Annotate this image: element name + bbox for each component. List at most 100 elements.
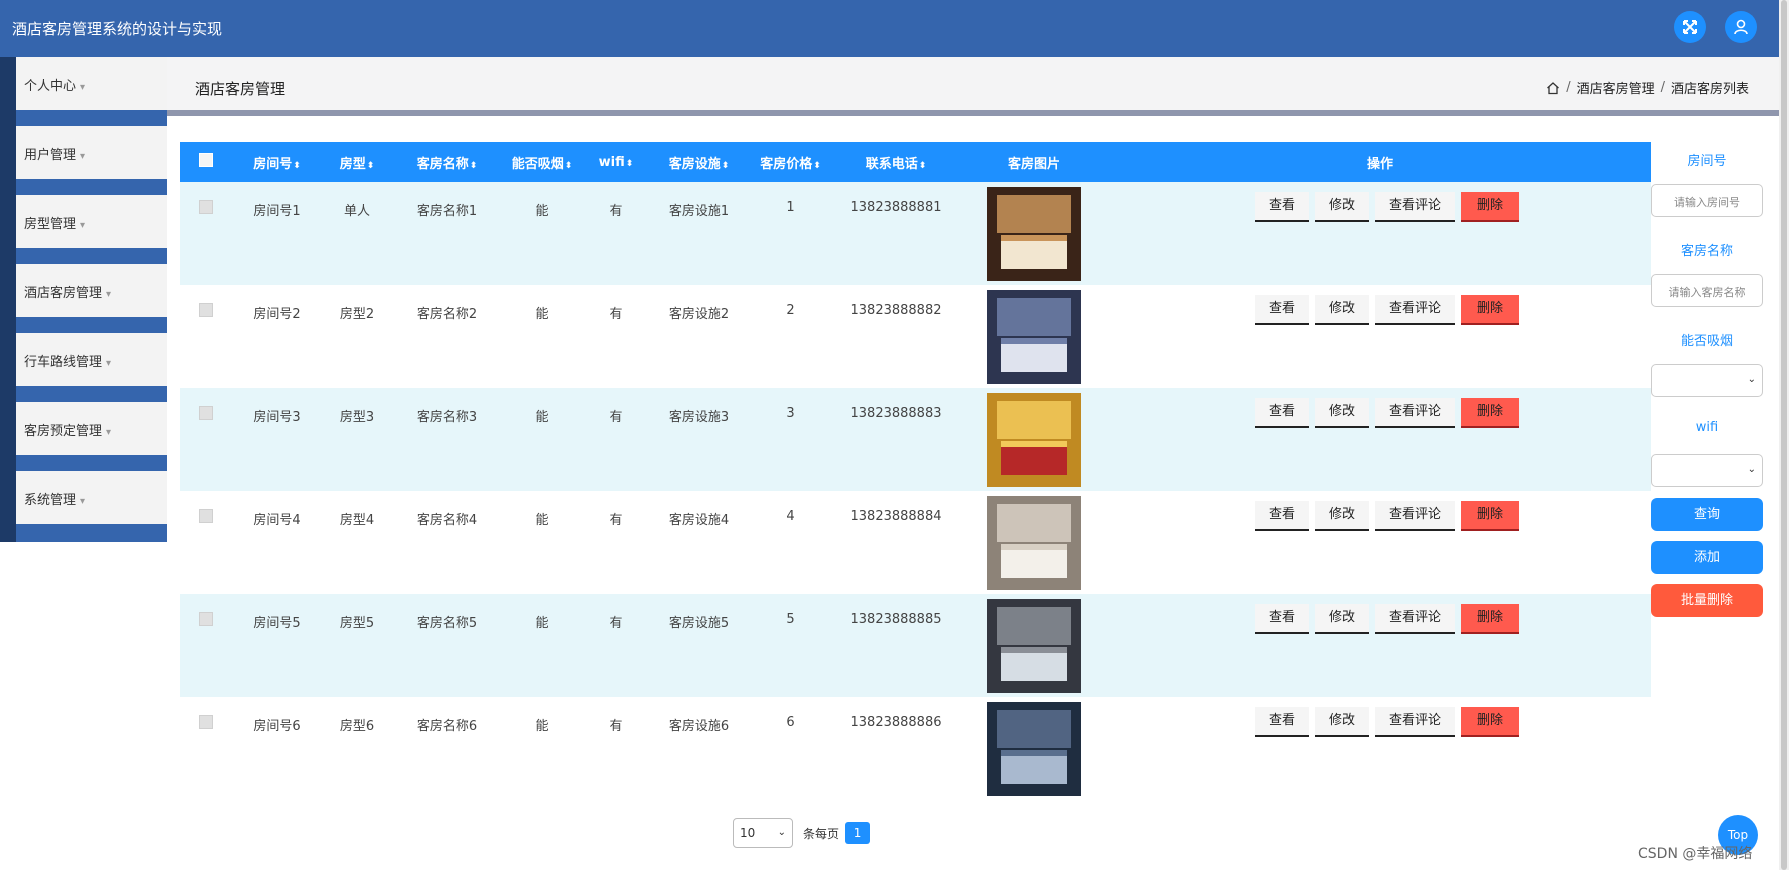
sidebar-item-hotel-rooms[interactable]: 酒店客房管理 ▾: [16, 264, 167, 317]
edit-button[interactable]: 修改: [1314, 604, 1369, 634]
batch-delete-button[interactable]: 批量删除: [1651, 584, 1763, 617]
sidebar-item-users[interactable]: 用户管理 ▾: [16, 126, 167, 179]
room-thumbnail[interactable]: [987, 702, 1081, 796]
row-checkbox-cell[interactable]: [180, 697, 232, 800]
delete-button[interactable]: 删除: [1461, 295, 1520, 325]
column-header-room-no[interactable]: 房间号⬍: [232, 142, 322, 182]
room-thumbnail[interactable]: [987, 393, 1081, 487]
row-checkbox[interactable]: [199, 406, 213, 420]
fullscreen-button[interactable]: [1674, 11, 1706, 43]
home-icon[interactable]: [1546, 81, 1560, 95]
sidebar-item-bookings[interactable]: 客房预定管理 ▾: [16, 402, 167, 455]
cell-price: 2: [786, 303, 795, 318]
column-header-phone[interactable]: 联系电话⬍: [833, 142, 959, 182]
scrollbar[interactable]: [1779, 0, 1789, 870]
view-comments-button[interactable]: 查看评论: [1375, 398, 1456, 428]
query-button[interactable]: 查询: [1651, 498, 1763, 531]
caret-down-icon: ▾: [80, 82, 86, 93]
room-thumbnail[interactable]: [987, 496, 1081, 590]
page-size-select[interactable]: 10 ⌄: [733, 818, 793, 848]
view-comments-button[interactable]: 查看评论: [1375, 192, 1456, 222]
room-no-input[interactable]: 请输入房间号: [1651, 184, 1763, 217]
view-button[interactable]: 查看: [1254, 707, 1309, 737]
row-checkbox-cell[interactable]: [180, 491, 232, 594]
view-comments-button[interactable]: 查看评论: [1375, 295, 1456, 325]
column-header-wifi[interactable]: wifi⬍: [582, 142, 650, 182]
edit-button[interactable]: 修改: [1314, 295, 1369, 325]
view-button[interactable]: 查看: [1254, 295, 1309, 325]
edit-button[interactable]: 修改: [1314, 192, 1369, 222]
room-thumbnail[interactable]: [987, 187, 1081, 281]
column-header-name[interactable]: 客房名称⬍: [392, 142, 502, 182]
wifi-select[interactable]: ⌄: [1651, 454, 1763, 487]
edit-button[interactable]: 修改: [1314, 501, 1369, 531]
scrollbar-thumb[interactable]: [1781, 0, 1787, 870]
delete-button[interactable]: 删除: [1461, 398, 1520, 428]
row-checkbox-cell[interactable]: [180, 388, 232, 491]
room-thumbnail[interactable]: [987, 599, 1081, 693]
cell-room-no: 房间号2: [253, 307, 301, 322]
row-checkbox-cell[interactable]: [180, 285, 232, 388]
sort-icon[interactable]: ⬍: [722, 161, 730, 171]
checkbox[interactable]: [199, 153, 213, 167]
sort-icon[interactable]: ⬍: [367, 161, 375, 171]
cell-phone: 13823888882: [850, 303, 942, 318]
view-button[interactable]: 查看: [1254, 501, 1309, 531]
row-checkbox[interactable]: [199, 303, 213, 317]
sort-icon[interactable]: ⬍: [626, 159, 634, 169]
row-checkbox-cell[interactable]: [180, 182, 232, 285]
column-header-price[interactable]: 客房价格⬍: [748, 142, 833, 182]
cell-smoking: 能: [535, 719, 549, 734]
row-checkbox[interactable]: [199, 200, 213, 214]
select-all-checkbox[interactable]: [180, 142, 232, 182]
delete-button[interactable]: 删除: [1461, 707, 1520, 737]
room-name-input[interactable]: 请输入客房名称: [1651, 274, 1763, 307]
cell-room-no: 房间号3: [253, 410, 301, 425]
view-button[interactable]: 查看: [1254, 398, 1309, 428]
row-checkbox[interactable]: [199, 612, 213, 626]
smoking-select[interactable]: ⌄: [1651, 364, 1763, 397]
cell-actions: 查看 修改 查看评论 删除: [1109, 594, 1651, 697]
column-header-type[interactable]: 房型⬍: [322, 142, 392, 182]
breadcrumb-item-rooms[interactable]: 酒店客房管理: [1577, 78, 1655, 97]
sidebar-item-system[interactable]: 系统管理 ▾: [16, 471, 167, 524]
view-button[interactable]: 查看: [1254, 604, 1309, 634]
row-checkbox[interactable]: [199, 509, 213, 523]
delete-button[interactable]: 删除: [1461, 192, 1520, 222]
cell-image: [959, 491, 1109, 594]
sort-icon[interactable]: ⬍: [919, 161, 927, 171]
cell-image: [959, 285, 1109, 388]
delete-button[interactable]: 删除: [1461, 604, 1520, 634]
sidebar-item-label: 行车路线管理: [24, 355, 103, 370]
cell-facility: 客房设施6: [668, 719, 730, 734]
edit-button[interactable]: 修改: [1314, 398, 1369, 428]
add-button[interactable]: 添加: [1651, 541, 1763, 574]
edit-button[interactable]: 修改: [1314, 707, 1369, 737]
wifi-label: wifi: [1695, 420, 1719, 435]
view-comments-button[interactable]: 查看评论: [1375, 707, 1456, 737]
room-thumbnail[interactable]: [987, 290, 1081, 384]
cell-image: [959, 697, 1109, 800]
page-header: 酒店客房管理 / 酒店客房管理 / 酒店客房列表: [167, 57, 1779, 110]
sidebar-item-profile[interactable]: 个人中心 ▾: [16, 57, 167, 110]
view-comments-button[interactable]: 查看评论: [1375, 501, 1456, 531]
column-header-smoking[interactable]: 能否吸烟⬍: [502, 142, 582, 182]
view-button[interactable]: 查看: [1254, 192, 1309, 222]
page-button-current[interactable]: 1: [845, 822, 871, 844]
sort-icon[interactable]: ⬍: [293, 161, 301, 171]
sort-icon[interactable]: ⬍: [813, 161, 821, 171]
cell-type: 单人: [343, 204, 370, 219]
delete-button[interactable]: 删除: [1461, 501, 1520, 531]
column-header-image: 客房图片: [1007, 156, 1060, 172]
sort-icon[interactable]: ⬍: [470, 161, 478, 171]
row-checkbox[interactable]: [199, 715, 213, 729]
row-checkbox-cell[interactable]: [180, 594, 232, 697]
sidebar-item-label: 房型管理: [24, 217, 77, 232]
view-comments-button[interactable]: 查看评论: [1375, 604, 1456, 634]
sidebar-item-routes[interactable]: 行车路线管理 ▾: [16, 333, 167, 386]
sidebar-item-room-types[interactable]: 房型管理 ▾: [16, 195, 167, 248]
column-header-facility[interactable]: 客房设施⬍: [650, 142, 748, 182]
cell-name: 客房名称1: [416, 204, 478, 219]
user-button[interactable]: [1725, 11, 1757, 43]
sort-icon[interactable]: ⬍: [565, 161, 573, 171]
